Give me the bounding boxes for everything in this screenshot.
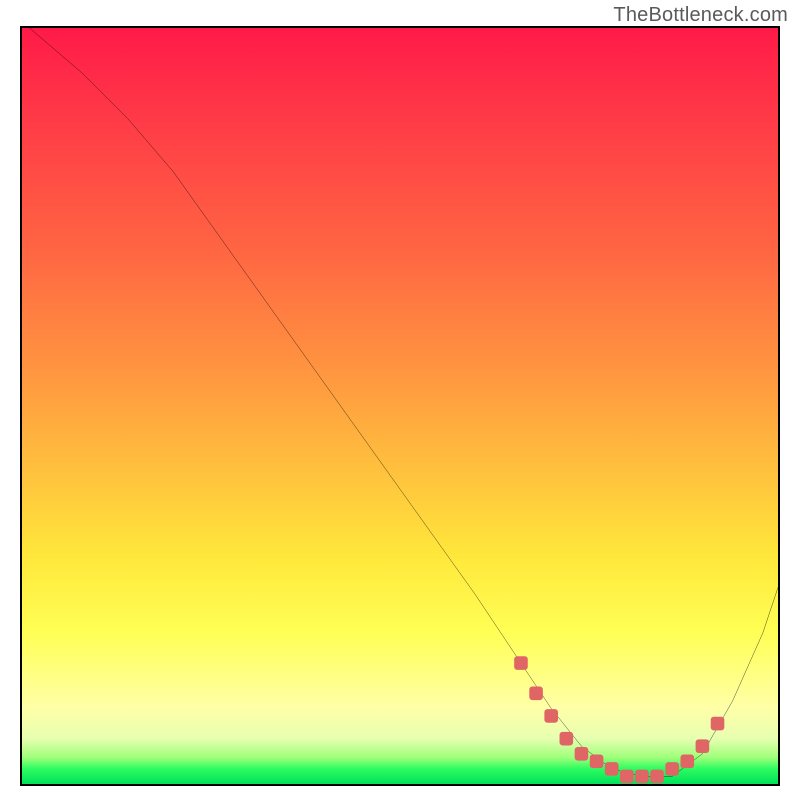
highlight-markers: [514, 656, 724, 783]
watermark-text: TheBottleneck.com: [613, 4, 788, 27]
marker-dot: [680, 755, 694, 769]
marker-dot: [529, 686, 543, 700]
marker-dot: [544, 709, 558, 723]
marker-dot: [635, 770, 649, 784]
marker-dot: [696, 739, 710, 753]
marker-dot: [650, 770, 664, 784]
marker-dot: [575, 747, 589, 761]
marker-dot: [514, 656, 528, 670]
marker-dot: [711, 717, 725, 731]
marker-dot: [590, 755, 604, 769]
chart-container: TheBottleneck.com: [0, 0, 800, 800]
plot-area: [20, 26, 780, 786]
marker-dot: [560, 732, 574, 746]
marker-dot: [665, 762, 679, 776]
marker-dot: [605, 762, 619, 776]
curve-black: [30, 28, 778, 776]
marker-dot: [620, 770, 634, 784]
curve-svg: [22, 28, 778, 784]
